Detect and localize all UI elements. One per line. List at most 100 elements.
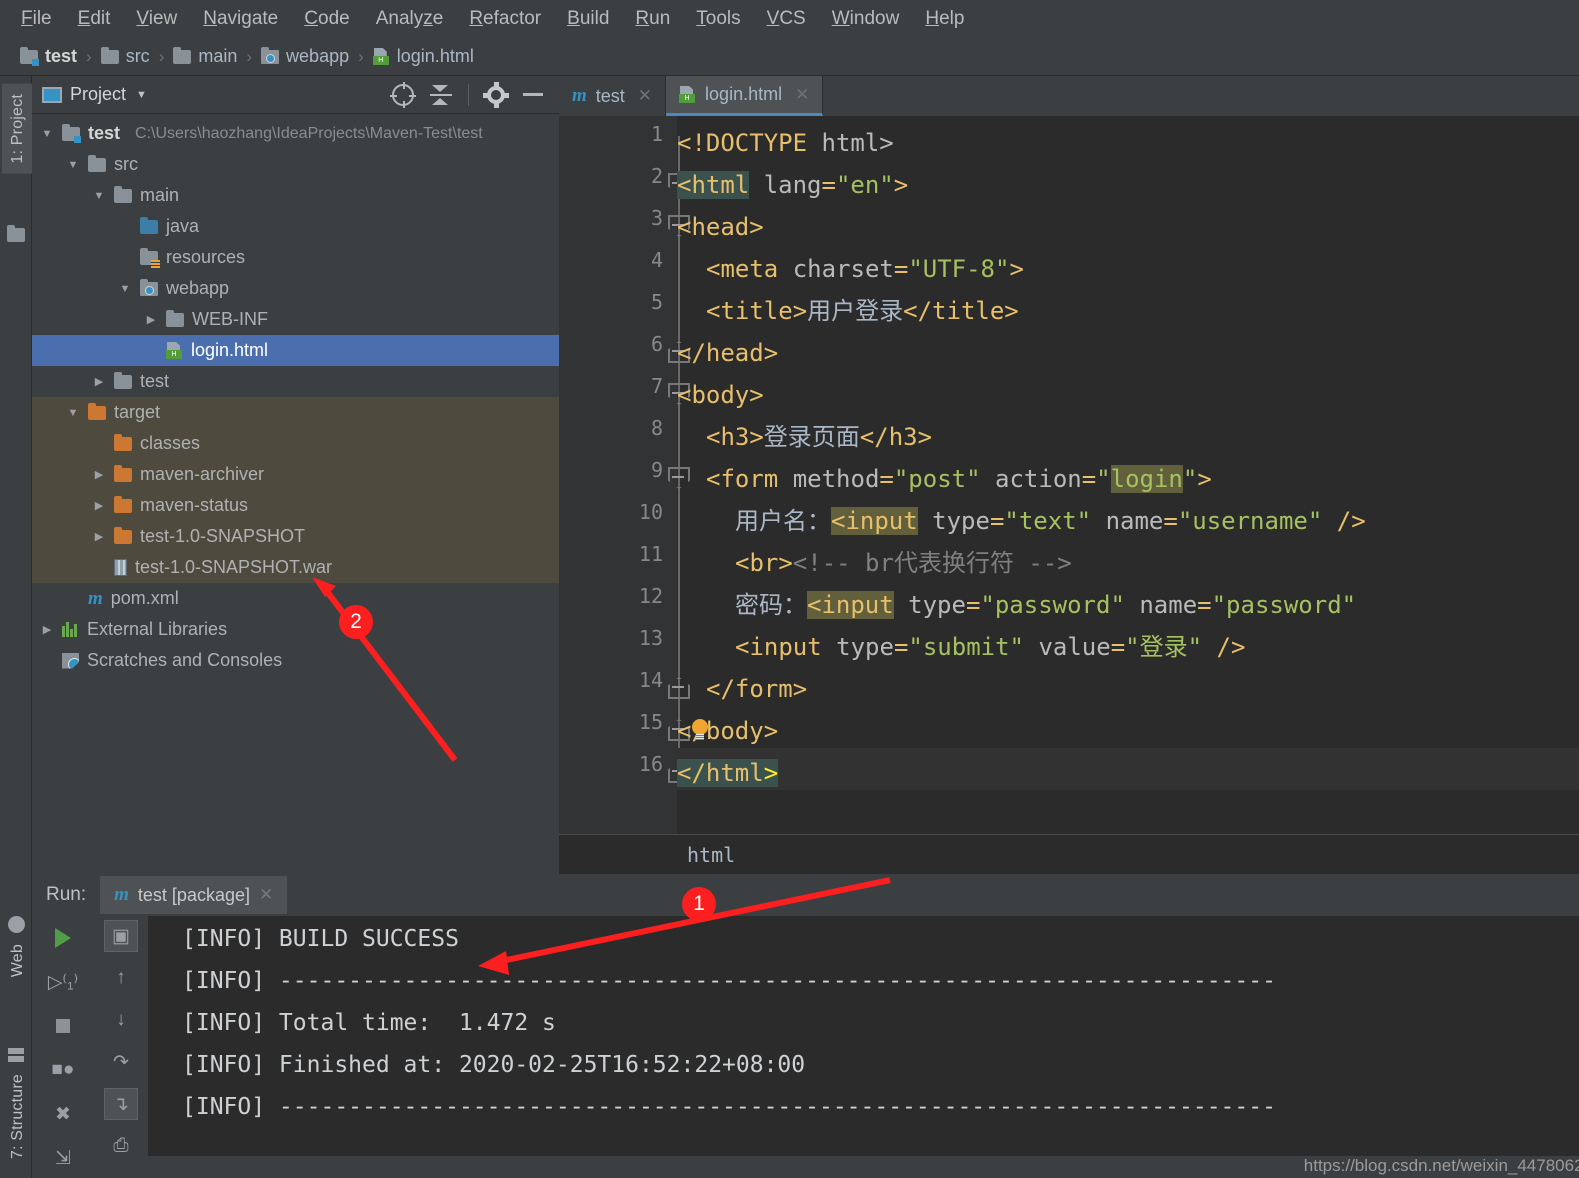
folder-icon — [114, 185, 132, 203]
webapp-folder-icon — [261, 46, 280, 64]
layout-icon[interactable]: ▣ — [104, 920, 138, 952]
close-icon[interactable]: ✕ — [259, 885, 273, 905]
chevron-down-icon[interactable]: ▼ — [136, 89, 147, 101]
code-line-10[interactable]: 用户名：<input type="text" name="username" /… — [677, 500, 1366, 542]
menu-item-navigate[interactable]: Navigate — [190, 6, 291, 32]
menu-item-analyze[interactable]: Analyze — [363, 6, 457, 32]
tree-node-label: maven-status — [140, 495, 249, 515]
scroll-to-end-icon[interactable]: ↴ — [104, 1088, 138, 1120]
code-line-2[interactable]: <html lang="en"> — [677, 164, 908, 206]
screenshot-icon[interactable]: ■● — [46, 1054, 80, 1086]
menu-item-window[interactable]: Window — [819, 6, 913, 32]
chevron-right-icon[interactable]: ▶ — [92, 375, 106, 388]
menu-item-edit[interactable]: Edit — [65, 6, 124, 32]
intention-lightbulb-icon[interactable] — [691, 719, 709, 741]
menu-item-refactor[interactable]: Refactor — [456, 6, 554, 32]
chevron-right-icon[interactable]: ▶ — [92, 530, 106, 543]
stop-icon[interactable] — [46, 1010, 80, 1042]
tree-node-maven-status[interactable]: ▶ maven-status — [32, 490, 559, 521]
tree-node-test-1-0-snapshot[interactable]: ▶ test-1.0-SNAPSHOT — [32, 521, 559, 552]
tree-node-target[interactable]: ▼ target — [32, 397, 559, 428]
scroll-down-icon[interactable]: ↓ — [104, 1004, 138, 1036]
code-line-6[interactable]: </head> — [677, 332, 778, 374]
tree-node-test[interactable]: ▼ test C:\Users\haozhang\IdeaProjects\Mave… — [32, 118, 559, 149]
chevron-down-icon[interactable]: ▼ — [66, 407, 80, 419]
tree-node-scratches-and-consoles[interactable]: Scratches and Consoles — [32, 645, 559, 676]
project-tree[interactable]: ▼ test C:\Users\haozhang\IdeaProjects\Mave… — [32, 114, 559, 874]
code-line-9[interactable]: <form method="post" action="login"> — [677, 458, 1212, 500]
print-icon[interactable]: ⎙ — [104, 1130, 138, 1162]
code-line-5[interactable]: <title>用户登录</title> — [677, 290, 1019, 332]
code-line-1[interactable]: <!DOCTYPE html> — [677, 122, 894, 164]
locate-icon[interactable] — [390, 81, 416, 108]
menu-item-file[interactable]: File — [8, 6, 65, 32]
chevron-right-icon[interactable]: ▶ — [92, 499, 106, 512]
collapse-all-icon[interactable] — [430, 84, 452, 105]
tree-node-main[interactable]: ▼ main — [32, 180, 559, 211]
minimize-icon[interactable] — [523, 93, 543, 96]
chevron-down-icon[interactable]: ▼ — [66, 159, 80, 171]
export-icon[interactable]: ⇲ — [46, 1142, 80, 1174]
tree-node-test-1-0-snapshot-war[interactable]: test-1.0-SNAPSHOT.war — [32, 552, 559, 583]
breadcrumb-item-test[interactable]: test — [20, 46, 77, 67]
menu-item-code[interactable]: Code — [291, 6, 362, 32]
code-line-11[interactable]: <br><!-- br代表换行符 --> — [677, 542, 1072, 584]
settings-gear-icon[interactable] — [483, 81, 509, 108]
breadcrumb-item-src[interactable]: src — [100, 46, 150, 67]
tree-node-login-html[interactable]: Hlogin.html — [32, 335, 559, 366]
editor-breadcrumb-label[interactable]: html — [687, 843, 735, 867]
menu-item-help[interactable]: Help — [912, 6, 977, 32]
chevron-right-icon[interactable]: ▶ — [92, 468, 106, 481]
tree-node-java[interactable]: java — [32, 211, 559, 242]
chevron-down-icon[interactable]: ▼ — [118, 283, 132, 295]
tree-node-webapp[interactable]: ▼ webapp — [32, 273, 559, 304]
breadcrumb-item-login-html[interactable]: Hlogin.html — [372, 46, 474, 67]
tree-node-maven-archiver[interactable]: ▶ maven-archiver — [32, 459, 559, 490]
tree-node-pom-xml[interactable]: m pom.xml — [32, 583, 559, 614]
code-line-16[interactable]: </html> — [677, 752, 779, 794]
scroll-up-icon[interactable]: ↑ — [104, 962, 138, 994]
tree-node-external-libraries[interactable]: ▶ External Libraries — [32, 614, 559, 645]
tree-node-src[interactable]: ▼ src — [32, 149, 559, 180]
code-line-7[interactable]: <body> — [677, 374, 764, 416]
sidebar-item-project[interactable]: 1: Project — [2, 84, 34, 174]
code-line-12[interactable]: 密码：<input type="password" name="password… — [677, 584, 1356, 626]
run-configuration-tab[interactable]: m test [package] ✕ — [100, 876, 288, 914]
rerun-icon[interactable] — [46, 922, 80, 954]
code-editor[interactable]: 1 2 3 4 5 6 7 8 9 10 11 12 13 14 15 16 <!DOCTYPE html> <… — [559, 116, 1579, 834]
chevron-down-icon[interactable]: ▼ — [92, 190, 106, 202]
tree-node-classes[interactable]: classes — [32, 428, 559, 459]
sidebar-item-structure[interactable]: 7: Structure — [2, 1068, 34, 1165]
chevron-right-icon[interactable]: ▶ — [144, 313, 158, 326]
sidebar-item-web[interactable]: Web — [2, 938, 34, 983]
breadcrumb-item-main[interactable]: main — [173, 46, 237, 67]
tree-node-web-inf[interactable]: ▶ WEB-INF — [32, 304, 559, 335]
console-output[interactable]: [INFO] BUILD SUCCESS [INFO] -------------… — [148, 916, 1579, 1156]
menu-item-run[interactable]: Run — [622, 6, 683, 32]
close-icon[interactable]: ✕ — [638, 86, 652, 106]
menu-item-view[interactable]: View — [123, 6, 190, 32]
close-icon[interactable]: ✕ — [795, 85, 809, 105]
tree-node-resources[interactable]: resources — [32, 242, 559, 273]
code-content[interactable]: <!DOCTYPE html> <html lang="en"> <head> <me… — [677, 116, 1579, 834]
tree-node-test[interactable]: ▶ test — [32, 366, 559, 397]
chevron-right-icon[interactable]: ▶ — [40, 623, 54, 636]
code-line-8[interactable]: <h3>登录页面</h3> — [677, 416, 932, 458]
code-line-4[interactable]: <meta charset="UTF-8"> — [677, 248, 1024, 290]
menu-item-build[interactable]: Build — [554, 6, 622, 32]
rerun-failed-icon[interactable]: ▷⁽₁⁾ — [46, 966, 80, 998]
menu-item-tools[interactable]: Tools — [683, 6, 753, 32]
breadcrumb: test › src › main › webapp › Hlogin.html — [0, 38, 1579, 76]
code-line-14[interactable]: </form> — [677, 668, 807, 710]
code-line-3[interactable]: <head> — [677, 206, 764, 248]
debug-icon[interactable]: ✖ — [46, 1098, 80, 1130]
chevron-down-icon[interactable]: ▼ — [40, 128, 54, 140]
breadcrumb-item-webapp[interactable]: webapp — [261, 46, 349, 67]
status-bar: https://blog.csdn.net/weixin_44780625 — [148, 1156, 1579, 1178]
menu-item-vcs[interactable]: VCS — [754, 6, 819, 32]
soft-wrap-icon[interactable]: ↷ — [104, 1046, 138, 1078]
code-line-13[interactable]: <input type="submit" value="登录" /> — [677, 626, 1245, 668]
editor-tab-login-html[interactable]: Hlogin.html ✕ — [666, 76, 824, 116]
editor-gutter[interactable]: 1 2 3 4 5 6 7 8 9 10 11 12 13 14 15 16 — [559, 116, 677, 834]
editor-tab-test[interactable]: m test ✕ — [559, 76, 667, 116]
